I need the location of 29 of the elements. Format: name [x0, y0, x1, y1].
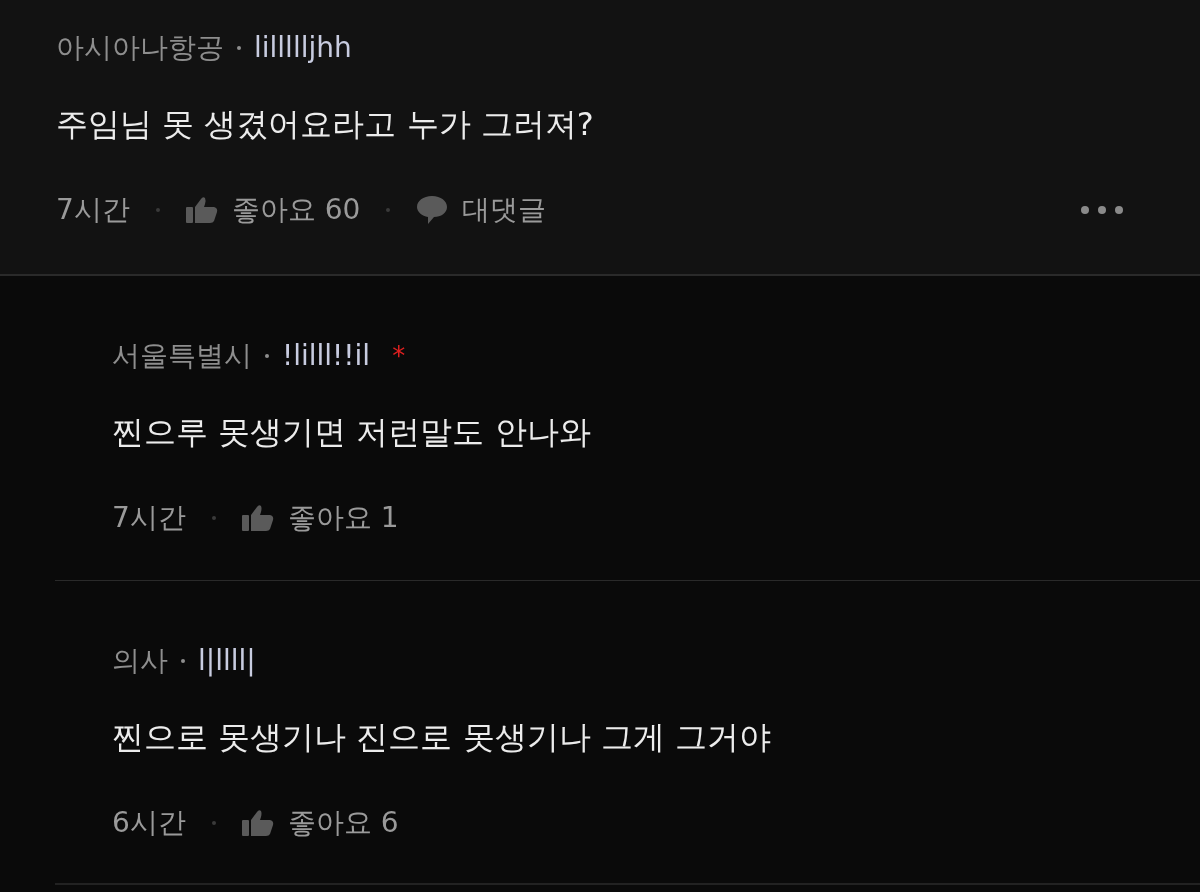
thumbs-up-icon [185, 196, 218, 224]
thumbs-up-icon [241, 504, 274, 532]
separator-dot-icon [265, 354, 269, 358]
region-label: 서울특별시 [112, 338, 252, 374]
speech-bubble-icon [416, 195, 449, 225]
comment-text: 찐으루 못생기면 저런말도 안나와 [112, 412, 592, 453]
separator-dot-icon [211, 516, 216, 520]
nickname[interactable]: !lilll!!il [282, 336, 371, 376]
separator-dot-icon [386, 208, 391, 212]
separator-dot-icon [211, 821, 216, 825]
nickname[interactable]: lillllljhh [254, 28, 352, 68]
more-options-icon[interactable] [1080, 205, 1124, 215]
timestamp: 7시간 [56, 192, 130, 228]
nickname[interactable]: l|llll| [198, 641, 256, 681]
timestamp: 6시간 [112, 805, 186, 841]
like-button[interactable]: 좋아요 1 [241, 498, 399, 538]
region-label: 의사 [112, 643, 168, 679]
comment-text: 주임님 못 생겼어요라고 누가 그러져? [56, 104, 595, 145]
like-button[interactable]: 좋아요 60 [185, 190, 361, 230]
author-mark: * [392, 340, 406, 373]
separator-dot-icon [237, 46, 241, 50]
reply-button[interactable]: 대댓글 [416, 190, 547, 230]
comment-text: 찐으로 못생기나 진으로 못생기나 그게 그거야 [112, 717, 772, 758]
thumbs-up-icon [241, 809, 274, 837]
region-label: 아시아나항공 [56, 30, 224, 66]
separator-dot-icon [155, 208, 160, 212]
separator-dot-icon [181, 659, 185, 663]
like-button[interactable]: 좋아요 6 [241, 803, 399, 843]
timestamp: 7시간 [112, 500, 186, 536]
